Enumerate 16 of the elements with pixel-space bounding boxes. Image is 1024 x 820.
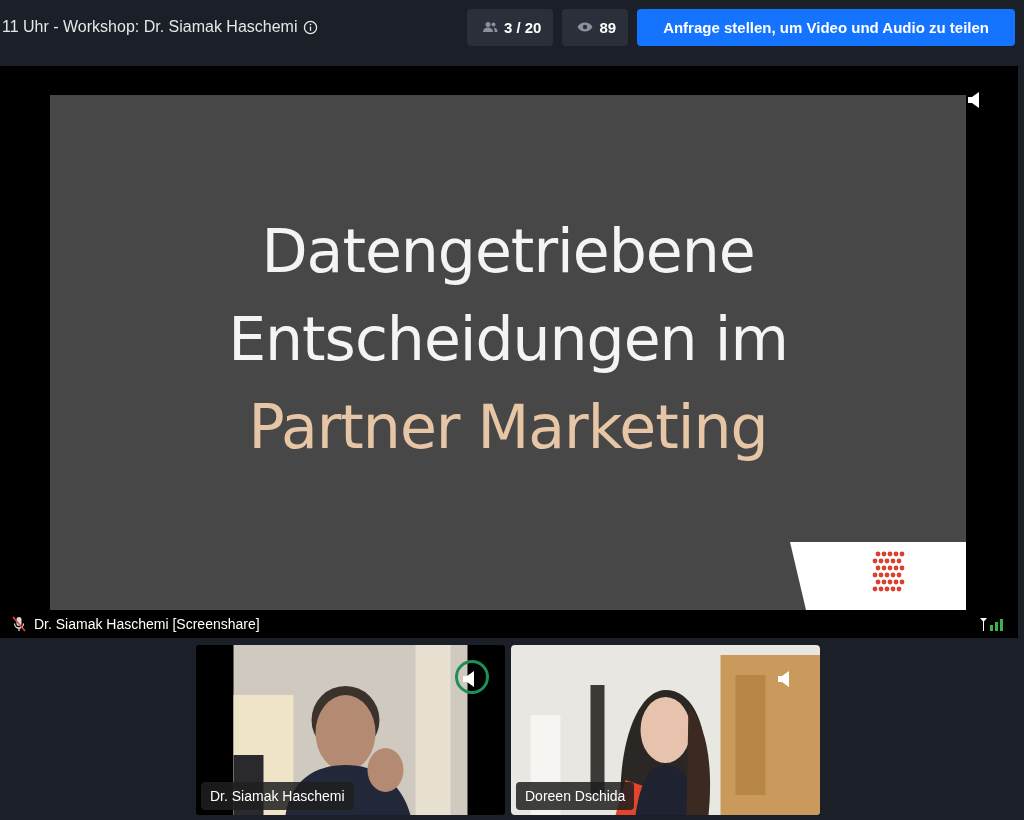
presenter-name: Dr. Siamak Haschemi [Screenshare] (34, 616, 260, 632)
speaker-icon[interactable] (968, 92, 980, 108)
info-icon[interactable] (302, 19, 318, 35)
viewer-count[interactable]: 89 (562, 8, 629, 46)
slide-heading-line: Partner Marketing (248, 390, 768, 464)
slide-heading-line: Entscheidungen im (228, 302, 788, 376)
speaker-icon[interactable] (463, 671, 475, 687)
slide-heading-line: Datengetriebene (261, 214, 755, 288)
participants-count[interactable]: 3 / 20 (466, 8, 554, 46)
meeting-title: 11 Uhr - Workshop: Dr. Siamak Haschemi (2, 18, 298, 36)
people-icon (481, 21, 498, 33)
participant-name: Dr. Siamak Haschemi (201, 782, 354, 810)
signal-icon (980, 617, 1006, 631)
request-button[interactable]: Anfrage stellen, um Video und Audio zu teilen (637, 8, 1015, 46)
participant-name: Doreen Dschida (516, 782, 635, 810)
eye-icon (577, 22, 594, 32)
